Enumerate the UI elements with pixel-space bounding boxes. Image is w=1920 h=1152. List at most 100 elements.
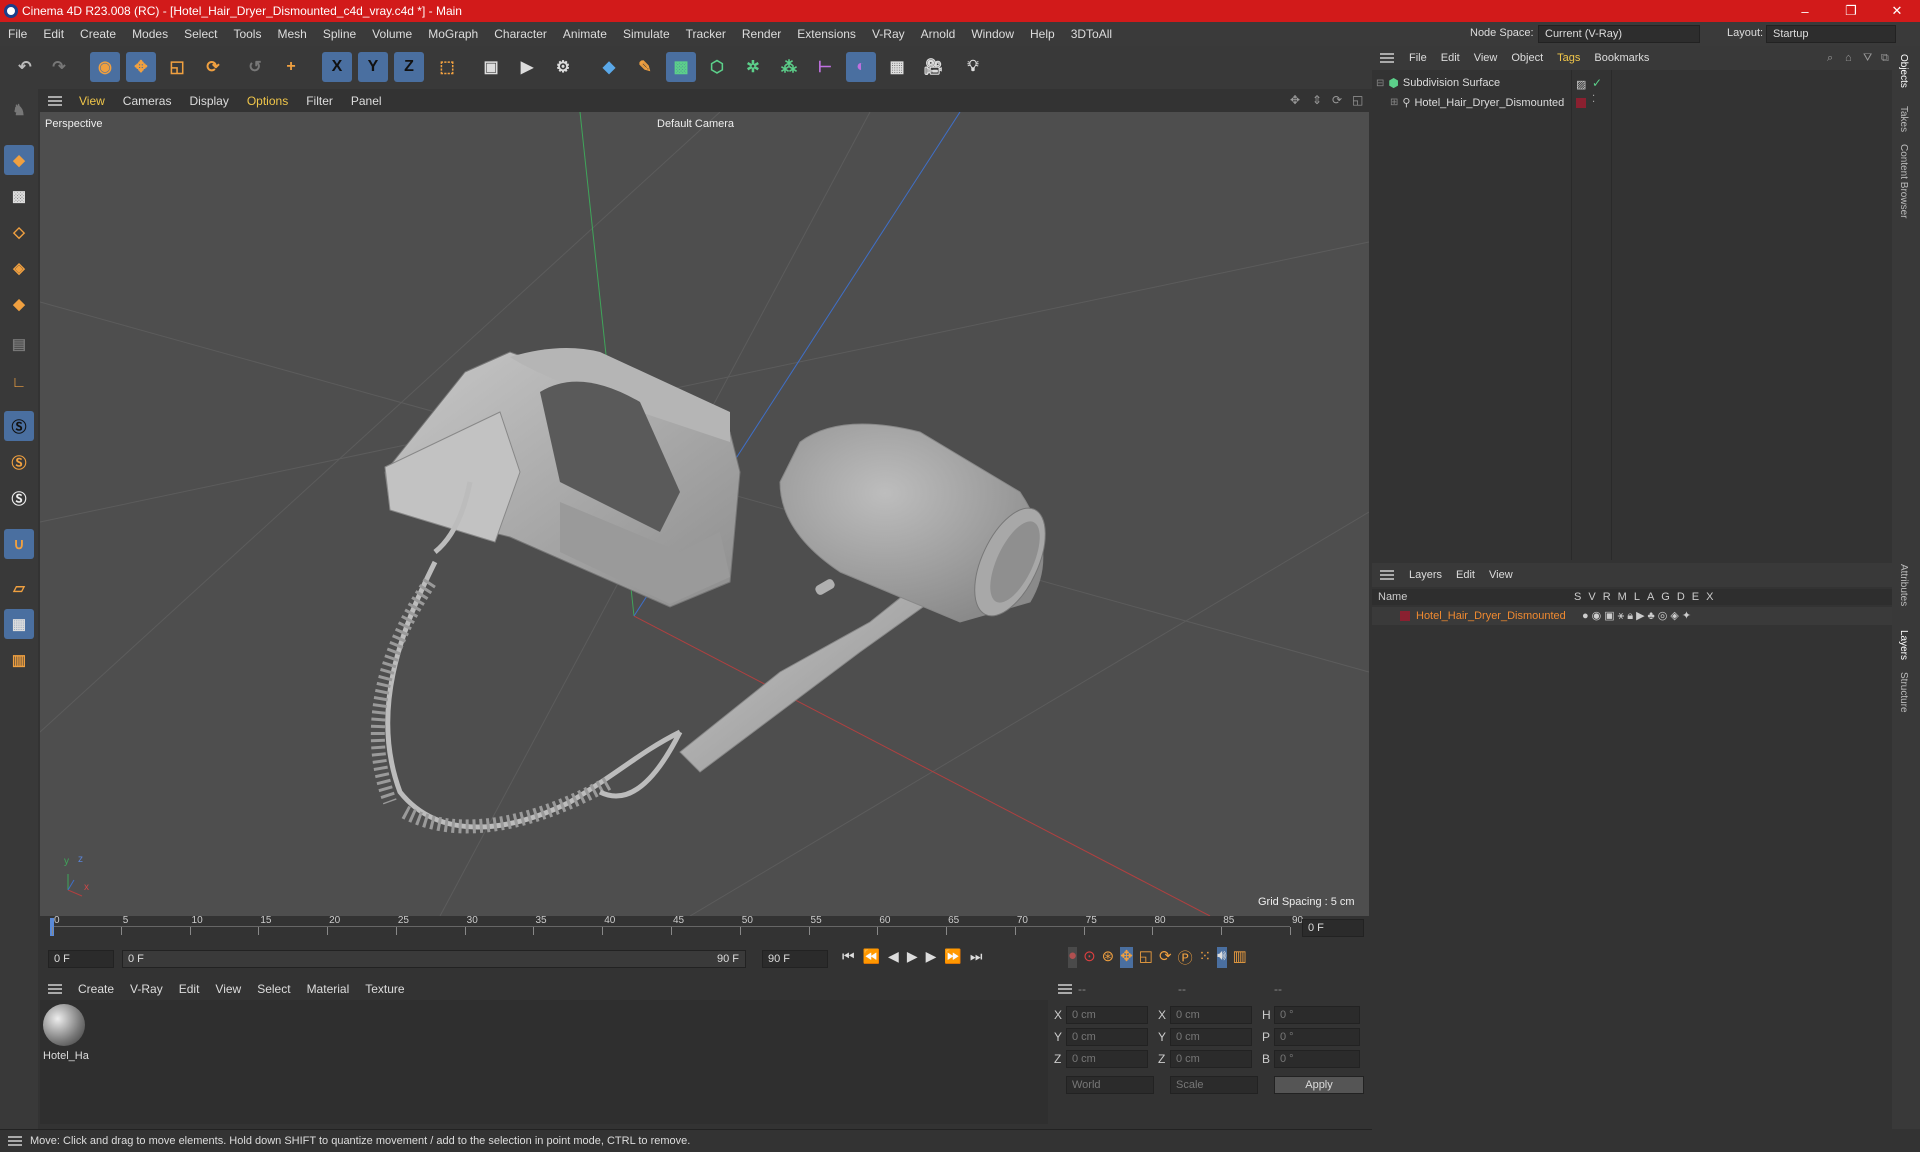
layers-col-d[interactable]: D	[1677, 591, 1685, 603]
record-keys-icon[interactable]: ●	[1068, 947, 1078, 968]
position-x-field[interactable]: 0 cm	[1066, 1006, 1148, 1024]
menu-arnold[interactable]: Arnold	[913, 27, 964, 41]
material-menu-create[interactable]: Create	[70, 982, 122, 996]
magnet-icon[interactable]: ∪	[4, 529, 34, 559]
object-name-subdivision[interactable]: Subdivision Surface	[1403, 77, 1500, 89]
viewport-nav-move-icon[interactable]: ✥	[1290, 93, 1300, 107]
layers-col-m[interactable]: M	[1618, 591, 1627, 603]
material-menu-view[interactable]: View	[207, 982, 249, 996]
expand-icon[interactable]: ⊟	[1376, 78, 1384, 89]
model-mode-icon[interactable]: ◆	[4, 145, 34, 175]
viewport-camera-label[interactable]: Default Camera	[657, 118, 734, 130]
apply-button[interactable]: Apply	[1274, 1076, 1364, 1094]
object-name-hair-dryer[interactable]: Hotel_Hair_Dryer_Dismounted	[1414, 97, 1564, 109]
coordinates-menu-icon[interactable]	[1058, 984, 1072, 994]
objects-menu-bookmarks[interactable]: Bookmarks	[1587, 52, 1656, 64]
status-menu-icon[interactable]	[8, 1136, 22, 1146]
viewport-menu-display[interactable]: Display	[180, 94, 237, 108]
rotate-icon[interactable]: ⟳	[198, 52, 228, 82]
tab-takes[interactable]: Takes	[1898, 106, 1909, 132]
cloner-icon[interactable]: ✲	[738, 52, 768, 82]
motion-tracking-icon[interactable]: 🔊︎	[1217, 947, 1227, 968]
layer-color-swatch[interactable]	[1400, 611, 1410, 621]
scale-icon[interactable]: ◱	[162, 52, 192, 82]
viewport-menu-panel[interactable]: Panel	[342, 94, 391, 108]
material-menu-material[interactable]: Material	[299, 982, 358, 996]
menu-mograph[interactable]: MoGraph	[420, 27, 486, 41]
tab-layers[interactable]: Layers	[1898, 630, 1909, 660]
objects-menu-file[interactable]: File	[1402, 52, 1434, 64]
grid-icon[interactable]: ▦	[4, 609, 34, 639]
tab-structure[interactable]: Structure	[1898, 672, 1909, 713]
viewport-menu-filter[interactable]: Filter	[297, 94, 342, 108]
material-thumbnail[interactable]	[43, 1004, 85, 1046]
deformer-icon[interactable]: ⊢	[810, 52, 840, 82]
menu-spline[interactable]: Spline	[315, 27, 364, 41]
rotation-h-field[interactable]: 0 °	[1274, 1006, 1360, 1024]
menu-animate[interactable]: Animate	[555, 27, 615, 41]
undo-icon[interactable]: ↶	[10, 52, 40, 82]
layers-col-e[interactable]: E	[1692, 591, 1699, 603]
menu-help[interactable]: Help	[1022, 27, 1063, 41]
objects-menu-tags[interactable]: Tags	[1550, 52, 1587, 64]
recent-tool-icon[interactable]: ↺	[240, 52, 270, 82]
snap-settings-icon[interactable]: Ⓢ	[4, 447, 34, 477]
x-axis-icon[interactable]: X	[322, 52, 352, 82]
key-rotation-icon[interactable]: ⟳	[1159, 947, 1172, 968]
menu-select[interactable]: Select	[176, 27, 225, 41]
extrude-icon[interactable]: ⬡	[702, 52, 732, 82]
menu-tools[interactable]: Tools	[225, 27, 269, 41]
menu-modes[interactable]: Modes	[124, 27, 176, 41]
polygons-mode-icon[interactable]: ◆	[4, 289, 34, 319]
size-x-field[interactable]: 0 cm	[1170, 1006, 1252, 1024]
menu-window[interactable]: Window	[963, 27, 1022, 41]
minimize-button[interactable]: –	[1782, 0, 1828, 22]
points-mode-icon[interactable]: ◇	[4, 217, 34, 247]
workplane-snap-icon[interactable]: Ⓢ	[4, 483, 34, 513]
close-button[interactable]: ✕	[1874, 0, 1920, 22]
menu-create[interactable]: Create	[72, 27, 124, 41]
tab-objects[interactable]: Objects	[1898, 54, 1909, 88]
layers-col-v[interactable]: V	[1588, 591, 1595, 603]
viewport-menu-cameras[interactable]: Cameras	[114, 94, 181, 108]
layer-row[interactable]: Hotel_Hair_Dryer_Dismounted ●◉▣⚹🔒︎▶♣◎◈✦	[1372, 607, 1892, 625]
layer-name[interactable]: Hotel_Hair_Dryer_Dismounted	[1416, 610, 1566, 622]
menu-volume[interactable]: Volume	[364, 27, 420, 41]
menu-edit[interactable]: Edit	[35, 27, 72, 41]
live-selection-icon[interactable]: ◉	[90, 52, 120, 82]
object-row-subdivision[interactable]: ⊟ ⬢ Subdivision Surface	[1376, 76, 1500, 90]
objects-menu-edit[interactable]: Edit	[1434, 52, 1467, 64]
object-manager-menu-icon[interactable]	[1380, 53, 1394, 63]
redo-icon[interactable]: ↷	[44, 52, 74, 82]
z-axis-icon[interactable]: Z	[394, 52, 424, 82]
objects-menu-object[interactable]: Object	[1504, 52, 1550, 64]
keyframe-selection-icon[interactable]: ⊛	[1102, 947, 1115, 968]
go-to-start-icon[interactable]: ⏮	[842, 948, 855, 965]
key-position-icon[interactable]: ✥	[1120, 947, 1133, 968]
frame-range-slider[interactable]: 0 F 90 F	[122, 950, 746, 968]
previous-key-icon[interactable]: ⏪	[863, 948, 880, 965]
layers-col-l[interactable]: L	[1634, 591, 1640, 603]
material-menu-vray[interactable]: V-Ray	[122, 982, 171, 996]
make-editable-icon[interactable]: ♞	[4, 95, 34, 125]
viewport-perspective[interactable]: Perspective Default Camera y x z Grid Sp…	[40, 112, 1369, 916]
viewport-nav-zoom-icon[interactable]: ⇕	[1312, 93, 1322, 107]
key-pla-icon[interactable]: ⁙	[1199, 947, 1212, 968]
material-name[interactable]: Hotel_Ha	[43, 1050, 89, 1062]
key-parameter-icon[interactable]: Ⓟ	[1178, 947, 1193, 968]
menu-3dtoall[interactable]: 3DToAll	[1063, 27, 1120, 41]
locked-workplane-icon[interactable]: ▥	[4, 645, 34, 675]
layers-col-a[interactable]: A	[1647, 591, 1654, 603]
expand-icon[interactable]: ⊞	[1390, 97, 1398, 108]
timeline-ruler[interactable]: 0 5 10 15 20 25 30 35 40 45 50 55 60 65 70 75 80 85 90 0 F	[40, 915, 1369, 940]
menu-tracker[interactable]: Tracker	[678, 27, 734, 41]
coordinate-mode-dropdown[interactable]: Scale	[1170, 1076, 1258, 1094]
move-icon[interactable]: ✥	[126, 52, 156, 82]
position-z-field[interactable]: 0 cm	[1066, 1050, 1148, 1068]
texture-mode-icon[interactable]: ▩	[4, 181, 34, 211]
menu-vray[interactable]: V-Ray	[864, 27, 913, 41]
viewport-nav-rotate-icon[interactable]: ⟳	[1332, 93, 1342, 107]
render-view-icon[interactable]: ▶	[512, 52, 542, 82]
go-to-end-icon[interactable]: ⏭	[970, 948, 983, 965]
timeline-window-icon[interactable]: ▥	[1233, 947, 1247, 968]
